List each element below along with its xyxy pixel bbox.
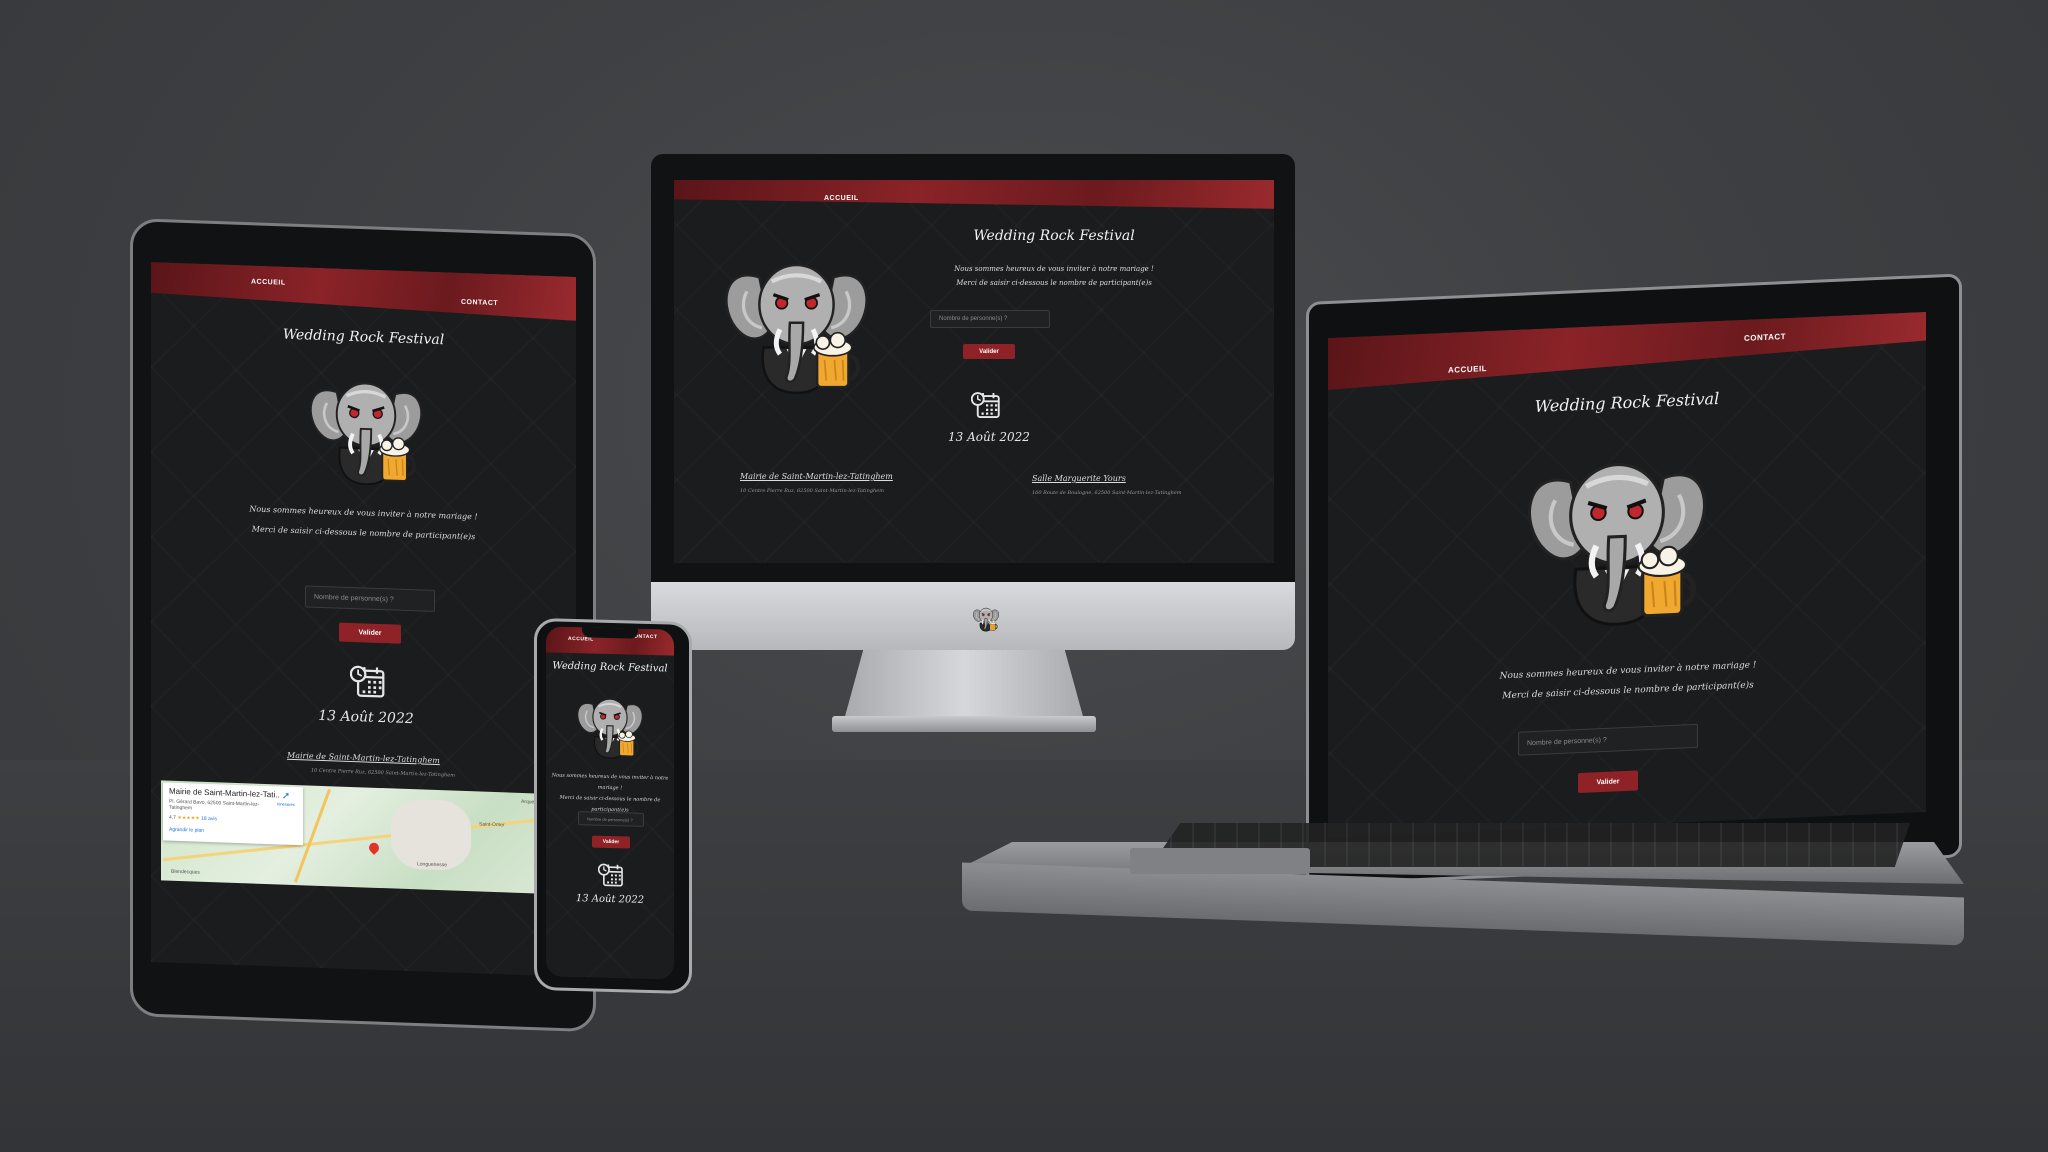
invite-message: Nous sommes heureux de vous inviter à no… [1499, 660, 1757, 702]
elephant-mascot [714, 232, 879, 397]
venue-2-address: 160 Route de Boulogne, 62500 Saint-Marti… [1032, 490, 1182, 496]
site-title: Wedding Rock Festival [1534, 388, 1720, 416]
map-directions-button[interactable]: ➚ Itinéraires [271, 790, 301, 807]
venue-1-link[interactable]: Mairie de Saint-Martin-lez-Tatinghem [287, 751, 440, 765]
event-date: 13 Août 2022 [318, 707, 414, 728]
embedded-map[interactable]: Mairie de Saint-Martin-lez-Tati... Pl. G… [161, 780, 561, 895]
calendar-clock-icon [598, 862, 624, 889]
monitor-logo-icon [971, 600, 1001, 634]
nav-link-contact[interactable]: CONTACT [1744, 332, 1786, 343]
submit-button[interactable]: Valider [1578, 770, 1638, 794]
venue-1-address: 10 Centre Pierre Ruz, 62500 Saint-Martin… [311, 767, 455, 779]
venue-1-link[interactable]: Mairie de Saint-Martin-lez-Tatinghem [740, 472, 893, 481]
event-date: 13 Août 2022 [575, 893, 645, 906]
submit-button[interactable]: Valider [592, 835, 630, 849]
submit-button[interactable]: Valider [963, 344, 1015, 359]
guest-count-input[interactable]: Nombre de personne(s) ? [578, 811, 644, 827]
desktop-site: ACCUEIL CONTACT Wedding Rock Festival No… [674, 180, 1274, 563]
invite-message: Nous sommes heureux de vous inviter à no… [551, 772, 669, 814]
elephant-mascot [572, 683, 648, 761]
nav-link-contact[interactable]: CONTACT [461, 299, 498, 307]
map-place-name: Mairie de Saint-Martin-lez-Tati... [169, 786, 279, 800]
map-pin-icon [366, 840, 382, 855]
map-label-2: Saint-Omer [479, 821, 505, 829]
elephant-mascot [1514, 419, 1720, 634]
event-date: 13 Août 2022 [948, 430, 1030, 444]
nav-link-contact[interactable]: CONTACT [1124, 209, 1161, 216]
guest-count-input[interactable]: Nombre de personne(s) ? [1518, 723, 1698, 756]
nav-link-home[interactable]: ACCUEIL [824, 195, 859, 202]
invite-message: Nous sommes heureux de vous inviter à no… [954, 265, 1154, 287]
map-enlarge-link[interactable]: Agrandir le plan [169, 827, 204, 834]
phone-site: ACCUEIL CONTACT Wedding Rock Festival No… [546, 626, 674, 980]
venue-2-link[interactable]: Salle Marguerite Yours [1032, 474, 1126, 483]
phone-notch [582, 627, 638, 639]
nav-link-home[interactable]: ACCUEIL [251, 278, 286, 286]
laptop-site: ACCUEIL CONTACT Wedding Rock Festival No… [1328, 311, 1926, 838]
site-title: Wedding Rock Festival [552, 660, 668, 675]
calendar-clock-icon [971, 390, 1001, 420]
guest-count-input[interactable]: Nombre de personne(s) ? [305, 585, 435, 612]
site-title: Wedding Rock Festival [282, 326, 445, 349]
submit-button[interactable]: Valider [339, 622, 401, 644]
map-label-4: Blendecques [171, 868, 200, 876]
calendar-clock-icon [350, 663, 386, 700]
nav-link-home[interactable]: ACCUEIL [1448, 364, 1487, 375]
map-place-address: Pl. Gérard Bavo, 62500 Saint-Martin-lez-… [169, 798, 260, 812]
map-info-card: Mairie de Saint-Martin-lez-Tati... Pl. G… [163, 782, 303, 846]
desktop-navbar: ACCUEIL CONTACT [674, 180, 1274, 216]
invite-message: Nous sommes heureux de vous inviter à no… [249, 504, 478, 542]
site-title: Wedding Rock Festival [973, 228, 1135, 244]
tablet-site: ACCUEIL CONTACT Wedding Rock Festival No… [151, 262, 576, 977]
map-rating: 4,7 ★★★★★ 18 avis [169, 814, 217, 823]
elephant-mascot [301, 355, 431, 490]
map-label-1: Longuenesse [417, 861, 448, 869]
venue-1-address: 10 Centre Pierre Ruz, 62500 Saint-Martin… [740, 488, 884, 494]
guest-count-input[interactable]: Nombre de personne(s) ? [930, 310, 1050, 328]
